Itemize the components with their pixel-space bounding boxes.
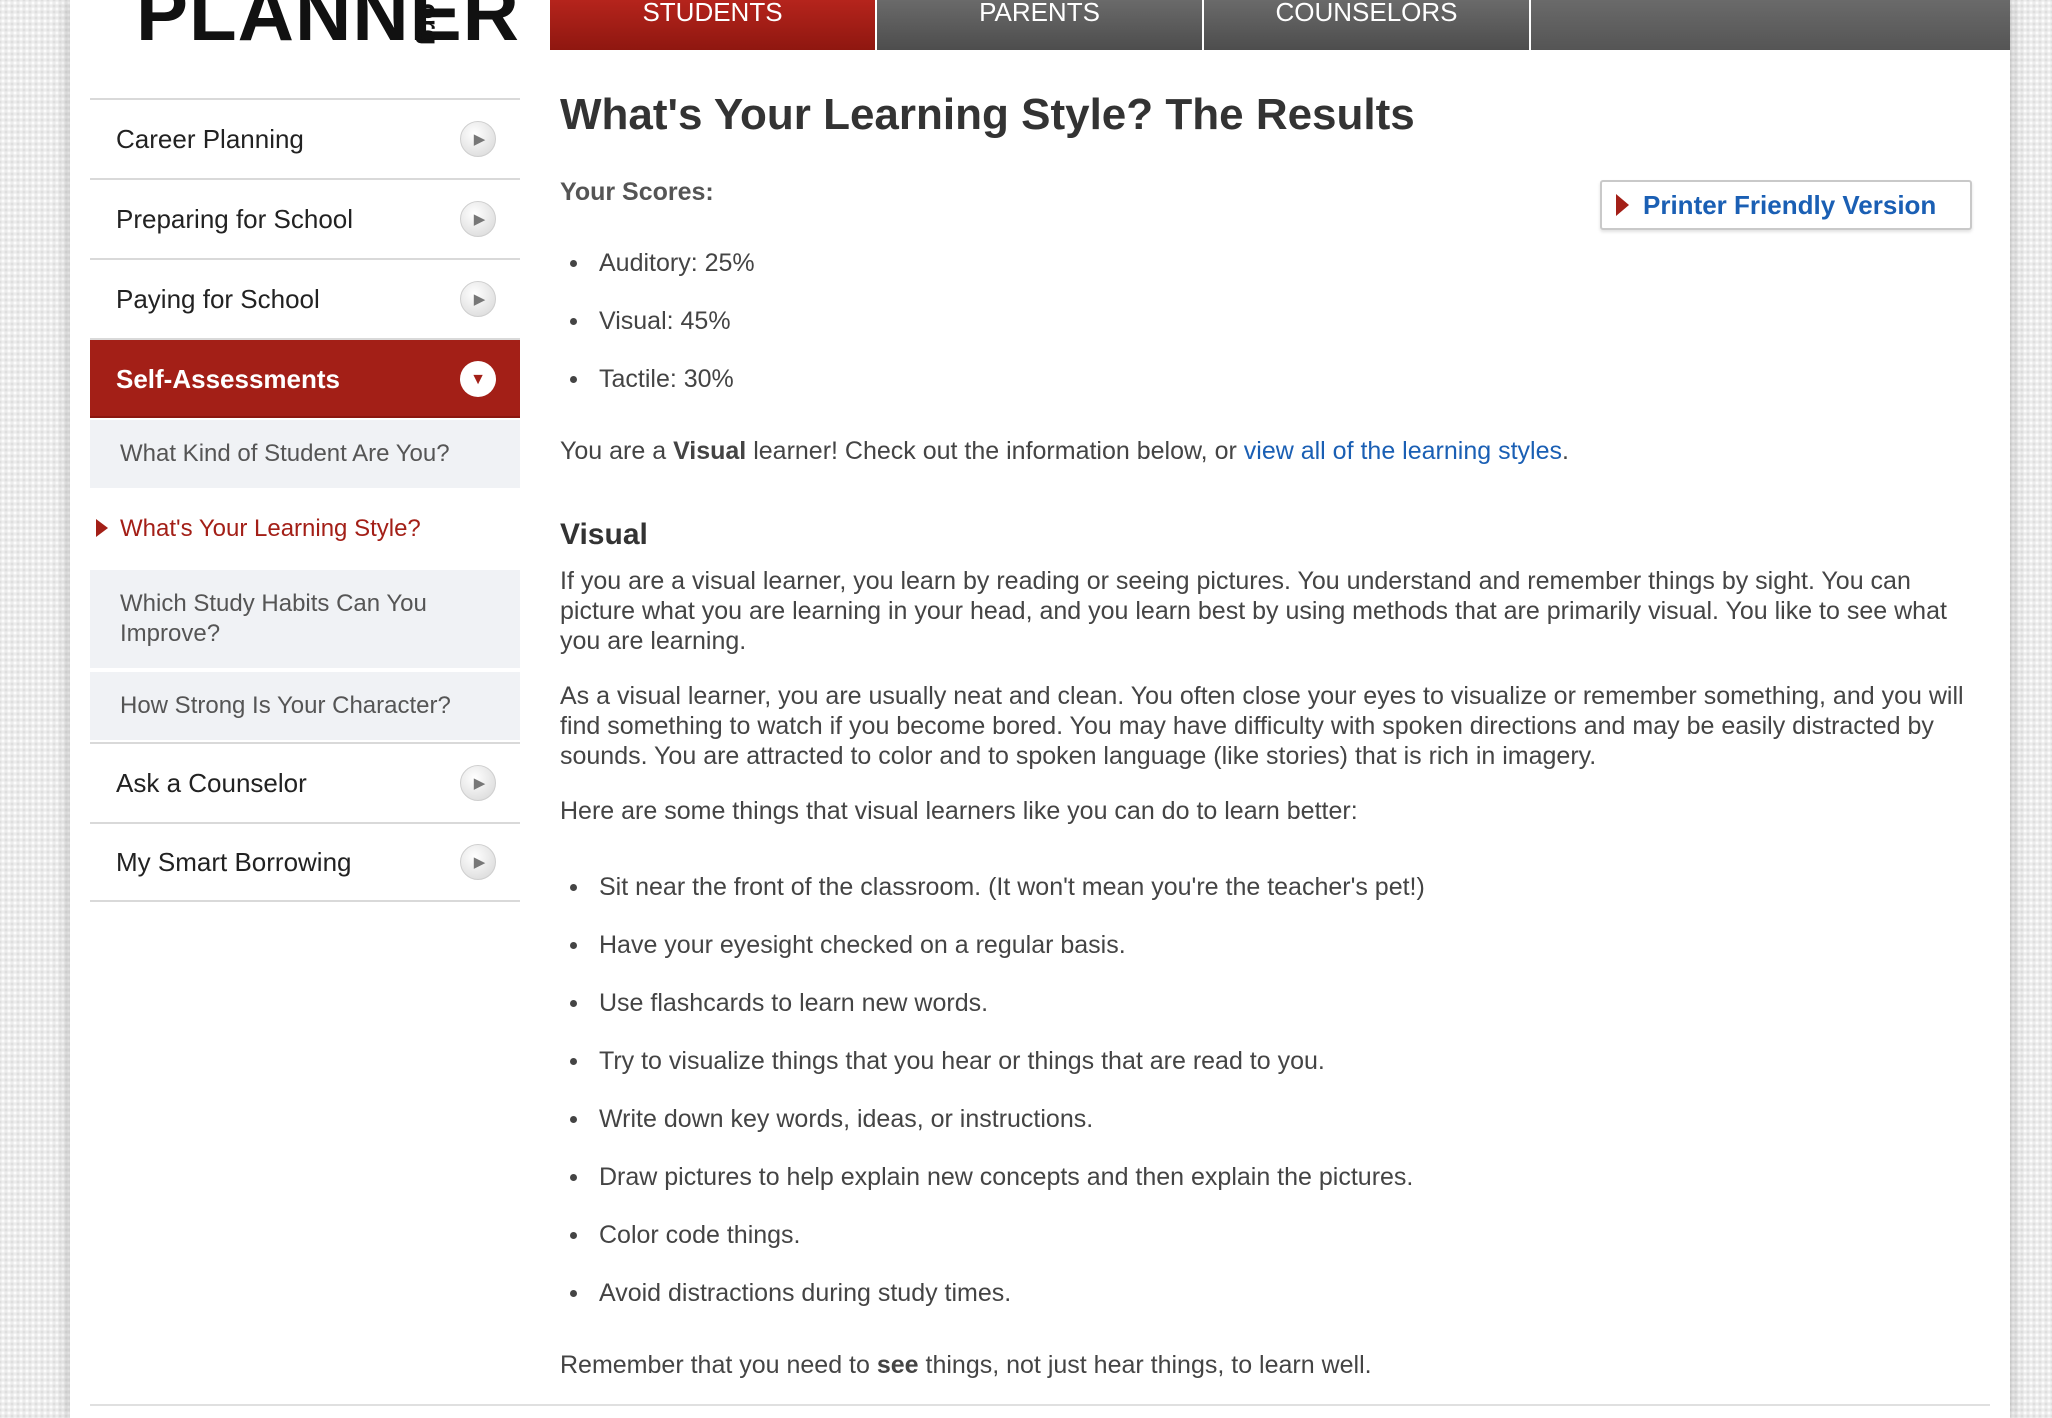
sidebar-item-label: Preparing for School xyxy=(116,203,354,234)
tip-item: Avoid distractions during study times. xyxy=(560,1278,1425,1336)
chevron-right-circle-icon: ▶ xyxy=(460,765,496,801)
view-all-learning-styles-link[interactable]: view all of the learning styles xyxy=(1244,437,1562,465)
sidebar-item-label: Career Planning xyxy=(116,123,304,154)
result-prefix: You are a xyxy=(560,437,674,465)
sidebar-item-career-planning[interactable]: Career Planning ▶ xyxy=(90,98,520,178)
closing-prefix: Remember that you need to xyxy=(560,1351,877,1379)
result-suffix: . xyxy=(1561,437,1569,465)
result-middle: learner! Check out the information below… xyxy=(746,437,1244,465)
closing-suffix: things, not just hear things, to learn w… xyxy=(918,1351,1372,1379)
nav-tab-counselors[interactable]: COUNSELORS xyxy=(1204,0,1531,50)
main-content: What's Your Learning Style? The Results … xyxy=(560,90,1980,1379)
tip-item: Write down key words, ideas, or instruct… xyxy=(560,1104,1425,1162)
printer-friendly-button[interactable]: Printer Friendly Version xyxy=(1600,180,1972,230)
scores-list: Auditory: 25% Visual: 45% Tactile: 30% xyxy=(560,248,755,422)
chevron-right-circle-icon: ▶ xyxy=(460,844,496,880)
description-paragraph-1: If you are a visual learner, you learn b… xyxy=(560,567,1947,655)
sidebar-subitem-study-habits[interactable]: Which Study Habits Can You Improve? xyxy=(90,568,520,670)
nav-tab-parents[interactable]: PARENTS xyxy=(877,0,1204,50)
tip-item: Have your eyesight checked on a regular … xyxy=(560,930,1425,988)
nav-filler xyxy=(1531,0,2010,50)
sidebar-subitem-learning-style[interactable]: What's Your Learning Style? xyxy=(90,490,520,568)
sidebar-subitem-label: What's Your Learning Style? xyxy=(120,515,421,542)
sidebar-item-ask-a-counselor[interactable]: Ask a Counselor ▶ xyxy=(90,742,520,822)
tips-intro: Here are some things that visual learner… xyxy=(560,797,1358,825)
caret-right-icon xyxy=(96,519,108,537)
sidebar-item-label: Ask a Counselor xyxy=(116,767,307,798)
chevron-right-circle-icon: ▶ xyxy=(460,201,496,237)
sidebar: Career Planning ▶ Preparing for School ▶… xyxy=(90,98,520,902)
sidebar-subitem-label: How Strong Is Your Character? xyxy=(120,692,451,719)
closing-bold: see xyxy=(876,1351,919,1379)
caret-right-icon xyxy=(1616,194,1629,216)
tip-item: Try to visualize things that you hear or… xyxy=(560,1046,1425,1104)
sidebar-item-label: My Smart Borrowing xyxy=(116,846,352,877)
sidebar-subitem-label: What Kind of Student Are You? xyxy=(120,440,450,467)
sidebar-item-label: Self-Assessments xyxy=(116,363,340,394)
page-title: What's Your Learning Style? The Results xyxy=(560,90,1415,139)
site-logo-suffix: .org xyxy=(415,0,445,46)
bottom-divider xyxy=(90,1404,1990,1406)
score-item-auditory: Auditory: 25% xyxy=(560,248,755,306)
tip-item: Draw pictures to help explain new concep… xyxy=(560,1162,1425,1220)
sidebar-item-self-assessments[interactable]: Self-Assessments ▼ xyxy=(90,338,520,418)
sidebar-item-paying-for-school[interactable]: Paying for School ▶ xyxy=(90,258,520,338)
tip-item: Color code things. xyxy=(560,1220,1425,1278)
result-style: Visual xyxy=(673,437,747,465)
page-container: PLANNER .org STUDENTS PARENTS COUNSELORS… xyxy=(70,0,2010,1418)
chevron-down-circle-icon: ▼ xyxy=(460,361,496,397)
chevron-right-circle-icon: ▶ xyxy=(460,121,496,157)
sidebar-subitem-character[interactable]: How Strong Is Your Character? xyxy=(90,670,520,742)
result-statement: You are a Visual learner! Check out the … xyxy=(560,436,1980,466)
tip-item: Use flashcards to learn new words. xyxy=(560,988,1425,1046)
sidebar-item-preparing-for-school[interactable]: Preparing for School ▶ xyxy=(90,178,520,258)
chevron-right-circle-icon: ▶ xyxy=(460,281,496,317)
printer-friendly-label: Printer Friendly Version xyxy=(1643,189,1937,220)
closing-statement: Remember that you need to see things, no… xyxy=(560,1350,1980,1380)
sidebar-subitem-what-kind-of-student[interactable]: What Kind of Student Are You? xyxy=(90,418,520,490)
tips-list: Sit near the front of the classroom. (It… xyxy=(560,872,1425,1336)
tip-item: Sit near the front of the classroom. (It… xyxy=(560,872,1425,930)
site-logo[interactable]: PLANNER xyxy=(136,0,520,52)
section-heading: Visual xyxy=(560,518,648,551)
sidebar-subitem-label: Which Study Habits Can You Improve? xyxy=(120,590,427,647)
scores-label: Your Scores: xyxy=(560,178,714,206)
top-nav: STUDENTS PARENTS COUNSELORS xyxy=(550,0,2010,50)
score-item-visual: Visual: 45% xyxy=(560,306,755,364)
sidebar-item-my-smart-borrowing[interactable]: My Smart Borrowing ▶ xyxy=(90,822,520,902)
nav-tab-students[interactable]: STUDENTS xyxy=(550,0,877,50)
sidebar-item-label: Paying for School xyxy=(116,283,320,314)
description-paragraph-2: As a visual learner, you are usually nea… xyxy=(560,682,1964,770)
score-item-tactile: Tactile: 30% xyxy=(560,364,755,422)
